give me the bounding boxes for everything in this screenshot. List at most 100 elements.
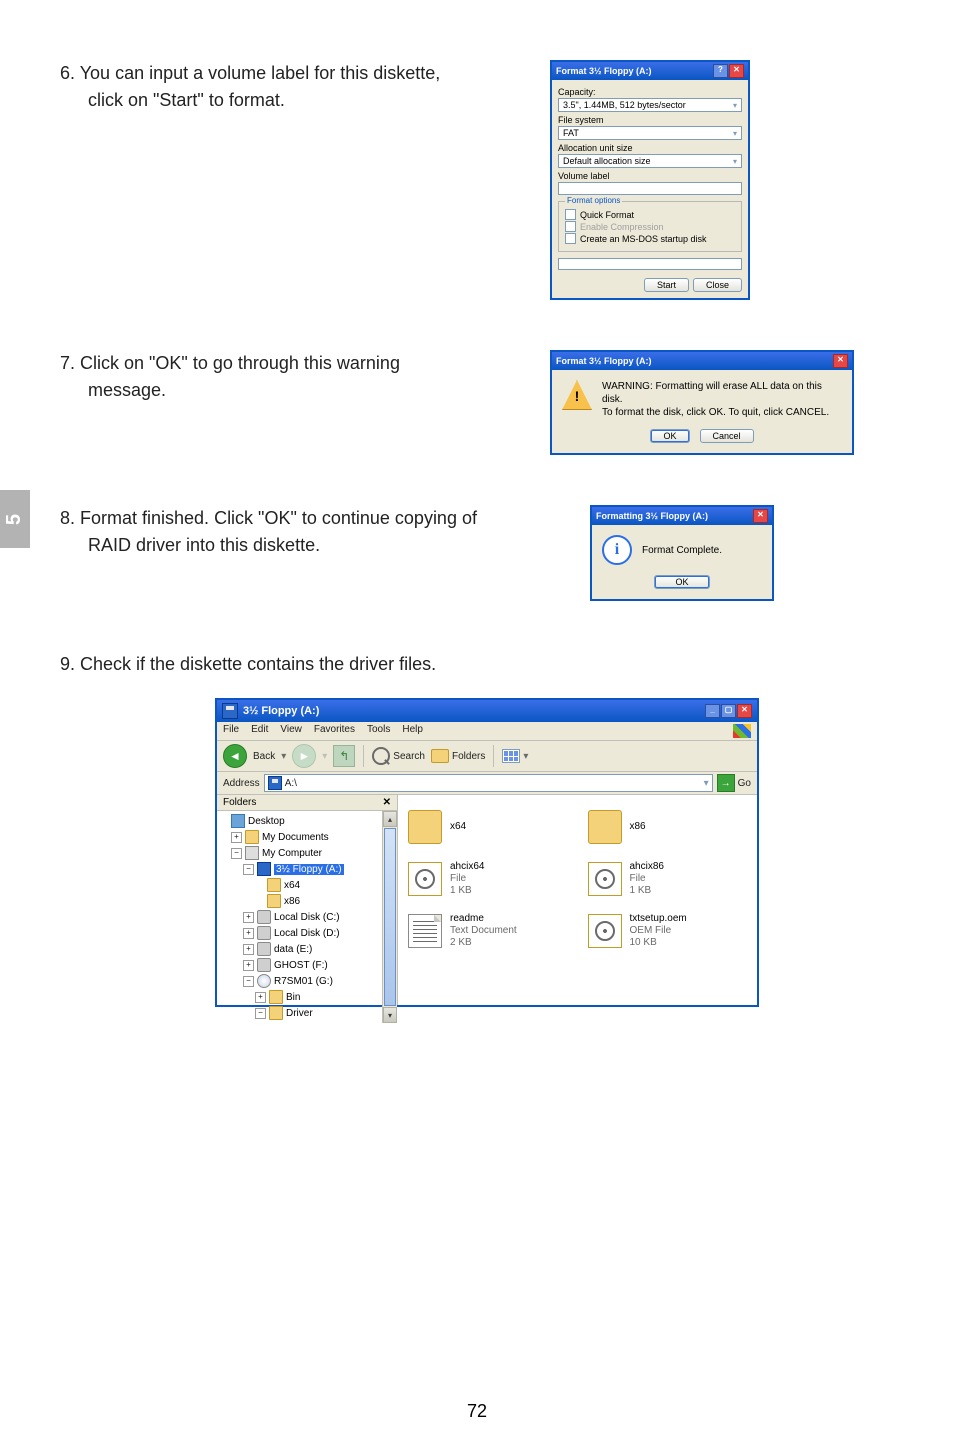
- floppy-icon: [268, 776, 282, 790]
- file-item[interactable]: x86: [588, 805, 748, 849]
- windows-logo-icon: [733, 724, 751, 738]
- tree-x64[interactable]: x64: [284, 880, 300, 891]
- info-dialog: Formatting 3½ Floppy (A:) ✕ i Format Com…: [590, 505, 774, 601]
- file-item[interactable]: x64: [408, 805, 568, 849]
- compression-check: Enable Compression: [565, 221, 735, 232]
- folder-icon: [588, 810, 622, 844]
- expander[interactable]: −: [243, 976, 254, 987]
- menu-bar: File Edit View Favorites Tools Help: [217, 722, 757, 741]
- cd-icon: [257, 974, 271, 988]
- alloc-label: Allocation unit size: [558, 143, 742, 153]
- menu-view[interactable]: View: [280, 724, 302, 738]
- folder-icon: [267, 878, 281, 892]
- expander[interactable]: +: [255, 992, 266, 1003]
- quick-format-check[interactable]: Quick Format: [565, 209, 735, 220]
- tree-driver[interactable]: Driver: [286, 1008, 313, 1019]
- up-button[interactable]: ↰: [333, 745, 355, 767]
- expander[interactable]: +: [243, 928, 254, 939]
- minimize-button[interactable]: _: [705, 704, 720, 718]
- msdos-check[interactable]: Create an MS-DOS startup disk: [565, 233, 735, 244]
- warning-title: Format 3½ Floppy (A:): [556, 356, 652, 366]
- back-label[interactable]: Back: [253, 751, 275, 762]
- warning-message: WARNING: Formatting will erase ALL data …: [602, 380, 842, 419]
- file-item[interactable]: txtsetup.oemOEM File10 KB: [588, 909, 748, 953]
- help-button[interactable]: ?: [713, 64, 728, 78]
- tree-x86[interactable]: x86: [284, 896, 300, 907]
- capacity-label: Capacity:: [558, 87, 742, 97]
- tree-datae[interactable]: data (E:): [274, 944, 312, 955]
- address-input[interactable]: A:\ ▾: [264, 774, 713, 792]
- tree-floppy[interactable]: 3½ Floppy (A:): [274, 864, 344, 875]
- tree-mycomputer[interactable]: My Computer: [262, 848, 322, 859]
- search-icon: [372, 747, 390, 765]
- file-item[interactable]: ahcix86File1 KB: [588, 857, 748, 901]
- close-button[interactable]: ✕: [737, 704, 752, 718]
- close-folders-pane[interactable]: ✕: [383, 797, 391, 808]
- close-button[interactable]: ✕: [753, 509, 768, 523]
- info-icon: i: [602, 535, 632, 565]
- volume-input[interactable]: [558, 182, 742, 195]
- tree-ghostf[interactable]: GHOST (F:): [274, 960, 328, 971]
- step-9-text: 9. Check if the diskette contains the dr…: [60, 651, 914, 678]
- ok-button[interactable]: OK: [654, 575, 709, 589]
- info-message: Format Complete.: [642, 545, 722, 556]
- alloc-select[interactable]: Default allocation size▾: [558, 154, 742, 168]
- scroll-down-button[interactable]: ▾: [383, 1007, 397, 1023]
- tree-mydocs[interactable]: My Documents: [262, 832, 329, 843]
- tree-bin[interactable]: Bin: [286, 992, 300, 1003]
- expander[interactable]: −: [231, 848, 242, 859]
- cancel-button[interactable]: Cancel: [700, 429, 754, 443]
- close-button-2[interactable]: Close: [693, 278, 742, 292]
- tree-localc[interactable]: Local Disk (C:): [274, 912, 340, 923]
- tree-desktop[interactable]: Desktop: [248, 816, 285, 827]
- file-item[interactable]: ahcix64File1 KB: [408, 857, 568, 901]
- chevron-down-icon: ▾: [733, 157, 737, 166]
- filesystem-label: File system: [558, 115, 742, 125]
- capacity-select[interactable]: 3.5", 1.44MB, 512 bytes/sector▾: [558, 98, 742, 112]
- expander[interactable]: −: [255, 1008, 266, 1019]
- warning-icon: [562, 380, 592, 410]
- forward-button[interactable]: ►: [292, 744, 316, 768]
- close-button[interactable]: ✕: [833, 354, 848, 368]
- filesystem-select[interactable]: FAT▾: [558, 126, 742, 140]
- step-6-text: 6. You can input a volume label for this…: [60, 60, 550, 114]
- step-7-text: 7. Click on "OK" to go through this warn…: [60, 350, 550, 404]
- search-button[interactable]: Search: [372, 747, 425, 765]
- expander[interactable]: +: [231, 832, 242, 843]
- folder-icon: [269, 990, 283, 1004]
- desktop-icon: [231, 814, 245, 828]
- folder-icon: [269, 1006, 283, 1020]
- menu-help[interactable]: Help: [402, 724, 423, 738]
- expander[interactable]: +: [243, 912, 254, 923]
- info-title: Formatting 3½ Floppy (A:): [596, 511, 708, 521]
- scroll-up-button[interactable]: ▴: [383, 811, 397, 827]
- maximize-button[interactable]: ▢: [721, 704, 736, 718]
- start-button[interactable]: Start: [644, 278, 689, 292]
- views-button[interactable]: ▾: [502, 749, 528, 763]
- expander[interactable]: +: [243, 944, 254, 955]
- format-dialog: Format 3½ Floppy (A:) ? ✕ Capacity: 3.5"…: [550, 60, 750, 300]
- back-button[interactable]: ◄: [223, 744, 247, 768]
- tree-r7smg[interactable]: R7SM01 (G:): [274, 976, 333, 987]
- go-button[interactable]: → Go: [717, 774, 751, 792]
- file-item[interactable]: readmeText Document2 KB: [408, 909, 568, 953]
- step-8-text: 8. Format finished. Click "OK" to contin…: [60, 505, 550, 559]
- menu-file[interactable]: File: [223, 724, 239, 738]
- tree-locald[interactable]: Local Disk (D:): [274, 928, 340, 939]
- chevron-down-icon[interactable]: ▾: [704, 778, 709, 789]
- format-dialog-title: Format 3½ Floppy (A:): [556, 66, 652, 76]
- menu-favorites[interactable]: Favorites: [314, 724, 355, 738]
- drive-icon: [257, 926, 271, 940]
- drive-icon: [257, 910, 271, 924]
- menu-tools[interactable]: Tools: [367, 724, 390, 738]
- file-icon: [588, 914, 622, 948]
- tree-scrollbar[interactable]: ▴ ▾: [382, 811, 397, 1023]
- file-icon: [408, 862, 442, 896]
- expander[interactable]: −: [243, 864, 254, 875]
- folders-button[interactable]: Folders: [431, 749, 485, 763]
- ok-button[interactable]: OK: [650, 429, 689, 443]
- expander[interactable]: +: [243, 960, 254, 971]
- close-button[interactable]: ✕: [729, 64, 744, 78]
- scroll-thumb[interactable]: [384, 828, 396, 1006]
- menu-edit[interactable]: Edit: [251, 724, 268, 738]
